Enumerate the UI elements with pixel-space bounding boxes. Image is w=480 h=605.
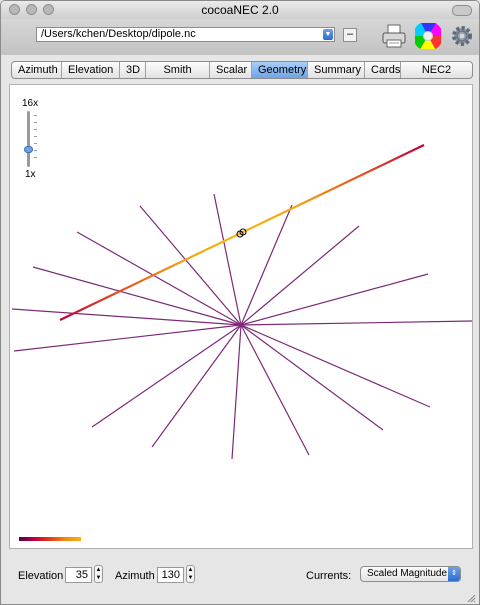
- radial-wire: [139, 205, 242, 326]
- radial-wire: [240, 320, 472, 326]
- tab-summary[interactable]: Summary: [307, 62, 364, 78]
- radial-wire: [11, 308, 242, 326]
- radial-wire: [240, 225, 360, 326]
- bottom-controls: Elevation 35 ▲ ▼ Azimuth 130 ▲ ▼ Currents:…: [1, 553, 479, 604]
- tab-cards[interactable]: Cards: [364, 62, 400, 78]
- currents-select-value: Scaled Magnitude: [367, 568, 448, 579]
- gear-icon[interactable]: [449, 23, 475, 49]
- zoom-window-button[interactable]: [43, 4, 54, 15]
- chevron-down-icon[interactable]: ▼: [323, 29, 333, 40]
- window-title: cocoaNEC 2.0: [201, 3, 279, 17]
- geometry-view[interactable]: 16x 1x: [9, 84, 473, 549]
- elevation-stepper[interactable]: ▲ ▼: [94, 565, 103, 583]
- elevation-field[interactable]: 35: [65, 567, 92, 583]
- tab-azimuth[interactable]: Azimuth: [12, 62, 61, 78]
- currents-select[interactable]: Scaled Magnitude ⇕: [360, 566, 461, 582]
- toolbar-toggle-button[interactable]: [452, 5, 472, 16]
- azimuth-field[interactable]: 130: [157, 567, 184, 583]
- radial-wire: [240, 204, 293, 326]
- window-controls: [9, 4, 54, 15]
- chevron-updown-icon: ⇕: [448, 567, 460, 581]
- tab-elevation[interactable]: Elevation: [61, 62, 119, 78]
- azimuth-label: Azimuth: [115, 570, 155, 582]
- print-icon[interactable]: [381, 23, 407, 49]
- resize-grip-icon[interactable]: [467, 594, 476, 603]
- radial-wire: [151, 324, 242, 448]
- close-window-button[interactable]: [9, 4, 20, 15]
- tab-nec2-output[interactable]: NEC2 Output: [400, 62, 472, 78]
- file-path-text: /Users/kchen/Desktop/dipole.nc: [41, 28, 196, 40]
- app-window: cocoaNEC 2.0 /Users/kchen/Desktop/dipole…: [0, 0, 480, 605]
- tab-geometry[interactable]: Geometry: [251, 62, 307, 78]
- remove-file-button[interactable]: –: [343, 28, 357, 42]
- radial-wire: [13, 324, 242, 352]
- azimuth-stepper[interactable]: ▲ ▼: [186, 565, 195, 583]
- radial-wire: [91, 324, 242, 428]
- color-wheel-icon[interactable]: [415, 23, 441, 49]
- file-path-combo[interactable]: /Users/kchen/Desktop/dipole.nc ▼: [36, 27, 335, 42]
- radial-wire: [240, 273, 429, 326]
- radial-wires: [11, 193, 472, 460]
- radial-wire: [240, 324, 310, 456]
- radial-wire: [231, 324, 242, 460]
- view-tabs: Azimuth Elevation 3D Smith Chart Scalar …: [11, 61, 473, 79]
- title-bar: cocoaNEC 2.0: [1, 1, 479, 19]
- tab-scalar[interactable]: Scalar: [209, 62, 251, 78]
- minimize-window-button[interactable]: [26, 4, 37, 15]
- currents-label: Currents:: [306, 570, 352, 582]
- tab-smith-chart[interactable]: Smith Chart: [145, 62, 209, 78]
- elevation-label: Elevation: [18, 570, 64, 582]
- toolbar: /Users/kchen/Desktop/dipole.nc ▼ –: [1, 19, 479, 55]
- tab-3d[interactable]: 3D: [119, 62, 145, 78]
- radial-wire: [213, 193, 242, 326]
- current-color-scale: [19, 537, 81, 541]
- radial-wire: [32, 266, 242, 326]
- geometry-drawing: [11, 144, 472, 460]
